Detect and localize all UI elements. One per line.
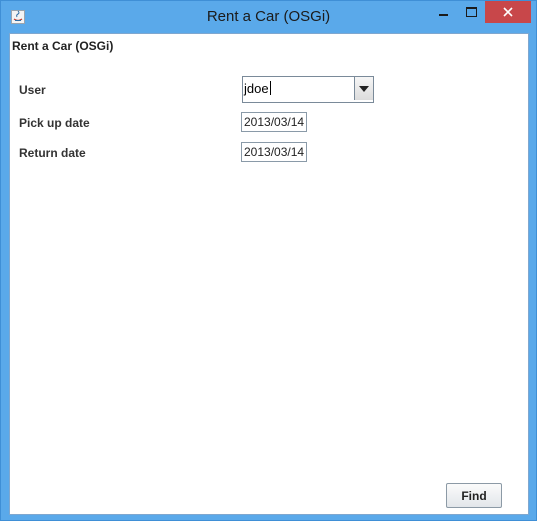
chevron-down-icon [359,85,369,92]
return-date-label: Return date [19,146,86,160]
pickup-date-field[interactable]: 2013/03/14 [241,112,307,132]
panel-header: Rent a Car (OSGi) [12,39,114,53]
close-icon [503,7,513,17]
user-combobox[interactable]: jdoe [242,76,374,103]
pickup-date-label: Pick up date [19,116,90,130]
minimize-icon [438,14,448,16]
user-dropdown-button[interactable] [354,77,373,100]
text-caret [269,81,271,95]
user-combobox-value[interactable]: jdoe [244,81,271,96]
title-bar[interactable]: Rent a Car (OSGi) [1,1,536,33]
find-button[interactable]: Find [446,483,502,508]
content-panel: Rent a Car (OSGi) User jdoe Pick up date… [9,33,529,515]
minimize-button[interactable] [429,1,457,23]
close-button[interactable] [485,1,531,23]
maximize-button[interactable] [457,1,485,23]
user-label: User [19,83,46,97]
maximize-icon [465,7,477,17]
return-date-field[interactable]: 2013/03/14 [241,142,307,162]
app-window: Rent a Car (OSGi) Rent a Car (OSGi) User… [0,0,537,521]
